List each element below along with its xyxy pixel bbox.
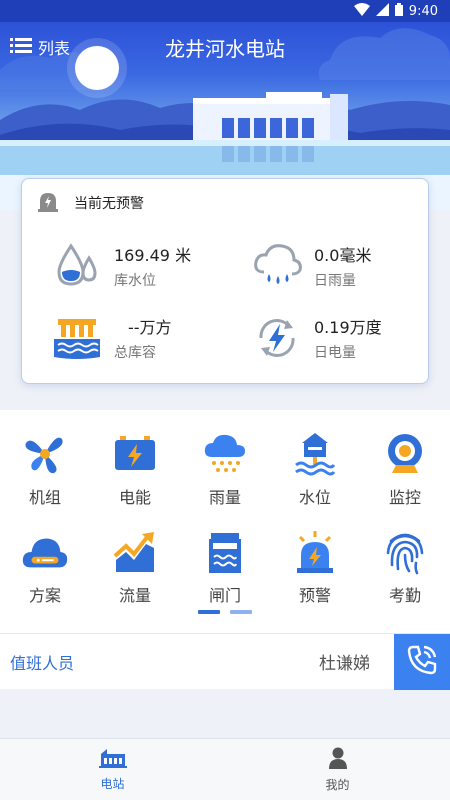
pager-dot[interactable] (230, 610, 252, 614)
power-value: 0.19万度 (314, 318, 382, 337)
list-label: 列表 (38, 39, 71, 58)
battery-icon (394, 2, 403, 20)
rain-icon (201, 430, 249, 478)
rainfall-value: 0.0毫米 (314, 246, 372, 265)
fingerprint-icon (381, 528, 429, 576)
alarm-light-icon (291, 528, 339, 576)
storage-label: 总库容 (114, 345, 156, 361)
gate-icon (201, 528, 249, 576)
function-attendance[interactable]: 考勤 (360, 528, 450, 606)
list-icon (10, 37, 32, 57)
metric-storage: --万方 总库容 (52, 313, 172, 363)
user-icon (328, 747, 348, 773)
station-info-card: 当前无预警 169.49 米 库水位 0.0毫米 日雨量 --万方 总库容 0.… (21, 178, 429, 384)
function-flow[interactable]: 流量 (90, 528, 180, 606)
trend-chart-icon (111, 528, 159, 576)
function-water-level[interactable]: 水位 (270, 430, 360, 508)
function-label: 机组 (28, 488, 61, 507)
function-monitor[interactable]: 监控 (360, 430, 450, 508)
signal-icon (375, 2, 389, 20)
pager-dot-active[interactable] (198, 610, 220, 614)
alert-text: 当前无预警 (74, 196, 144, 212)
rainfall-label: 日雨量 (314, 273, 356, 289)
storage-value: --万方 (128, 318, 172, 337)
function-label: 电能 (118, 488, 151, 507)
camera-icon (381, 430, 429, 478)
alert-icon (36, 190, 60, 216)
status-bar: 9:40 (0, 0, 450, 22)
function-label: 流量 (118, 586, 151, 605)
duty-person-name: 杜谦娣 (319, 654, 370, 674)
list-button[interactable]: 列表 (10, 35, 70, 59)
duty-label: 值班人员 (10, 653, 75, 673)
reservoir-icon (52, 313, 102, 363)
function-label: 预警 (298, 586, 331, 605)
tab-mine[interactable]: 我的 (225, 739, 450, 800)
function-grid-panel: 机组 电能 雨量 水位 监控 方案 流量 闸门 预警 考勤 (0, 410, 450, 634)
function-label: 闸门 (208, 586, 241, 605)
function-label: 雨量 (208, 488, 241, 507)
phone-icon (405, 643, 439, 681)
cloud-plan-icon (21, 528, 69, 576)
function-gate[interactable]: 闸门 (180, 528, 270, 606)
function-label: 监控 (388, 488, 421, 507)
duty-row: 值班人员 杜谦娣 (0, 633, 450, 690)
tab-mine-label: 我的 (325, 777, 350, 792)
fan-icon (21, 430, 69, 478)
wifi-icon (353, 2, 370, 20)
metric-rainfall: 0.0毫米 日雨量 (252, 241, 371, 291)
function-unit[interactable]: 机组 (0, 430, 90, 508)
tab-station-label: 电站 (100, 776, 125, 791)
top-bar: 列表 龙井河水电站 (0, 22, 450, 72)
function-rainfall[interactable]: 雨量 (180, 430, 270, 508)
function-energy[interactable]: 电能 (90, 430, 180, 508)
function-plan[interactable]: 方案 (0, 528, 90, 606)
water-level-label: 库水位 (114, 273, 156, 289)
station-icon (98, 748, 127, 772)
grid-pager (0, 610, 450, 614)
battery-icon (111, 430, 159, 478)
tab-station[interactable]: 电站 (0, 739, 225, 800)
function-label: 水位 (298, 488, 331, 507)
metric-power: 0.19万度 日电量 (252, 313, 382, 363)
water-gauge-icon (291, 430, 339, 478)
function-label: 考勤 (388, 586, 421, 605)
bottom-tab-bar: 电站 我的 (0, 738, 450, 800)
power-label: 日电量 (314, 345, 356, 361)
status-time: 9:40 (408, 3, 438, 19)
alert-row: 当前无预警 (22, 179, 428, 227)
water-level-value: 169.49 米 (114, 246, 192, 265)
power-cycle-icon (252, 313, 302, 363)
water-drop-icon (52, 241, 102, 291)
function-label: 方案 (28, 586, 61, 605)
call-button[interactable] (394, 633, 450, 690)
metric-water-level: 169.49 米 库水位 (52, 241, 191, 291)
function-warning[interactable]: 预警 (270, 528, 360, 606)
function-grid: 机组 电能 雨量 水位 监控 方案 流量 闸门 预警 考勤 (0, 430, 450, 606)
rain-cloud-icon (252, 241, 302, 291)
